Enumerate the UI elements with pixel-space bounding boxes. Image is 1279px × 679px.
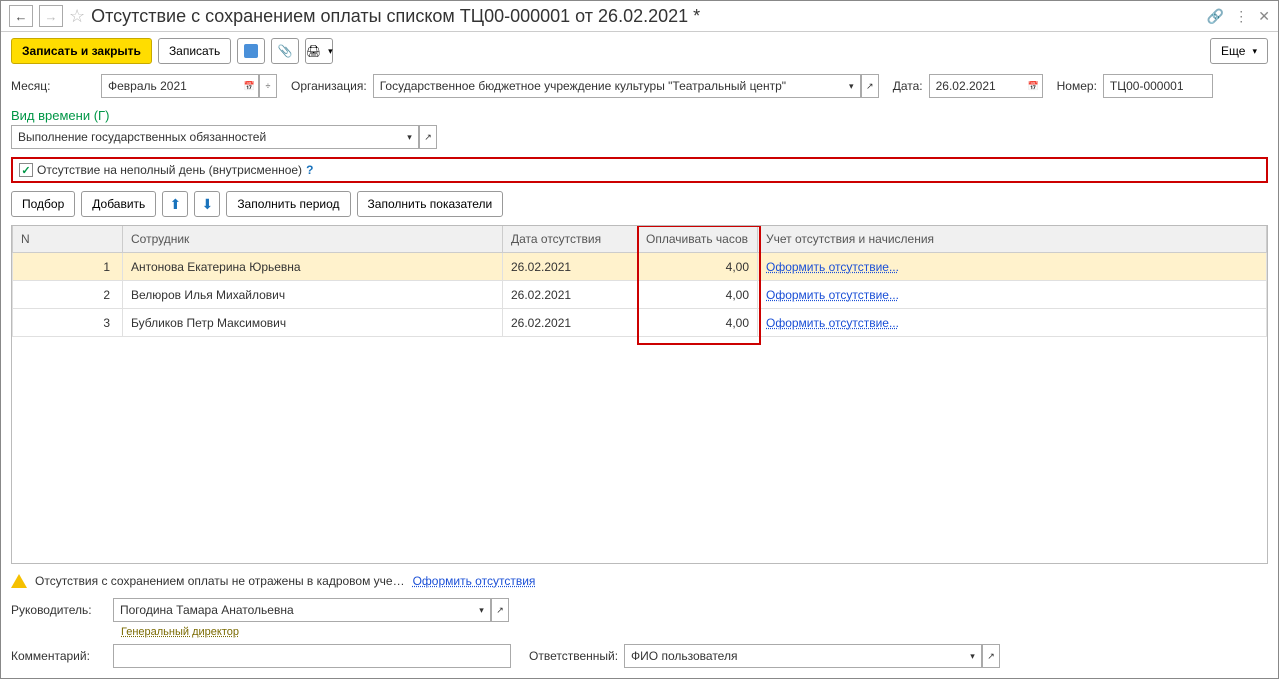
favorite-star-icon[interactable]: ☆ [69,6,85,27]
cell-n: 1 [13,253,123,281]
cell-hours: 4,00 [638,253,758,281]
document-icon [244,44,258,58]
cell-date: 26.02.2021 [503,281,638,309]
manager-open-button[interactable]: ↗ [491,598,509,622]
fill-period-button[interactable]: Заполнить период [226,191,350,217]
partial-day-label: Отсутствие на неполный день (внутрисменн… [37,163,302,177]
responsible-dropdown-button[interactable]: ▾ [964,644,982,668]
printer-icon: 🖨 [306,44,321,58]
time-type-input[interactable]: Выполнение государственных обязанностей [11,125,401,149]
cell-date: 26.02.2021 [503,309,638,337]
cell-date: 26.02.2021 [503,253,638,281]
help-icon[interactable]: ? [306,163,313,177]
date-calendar-button[interactable]: 📅 [1025,74,1043,98]
month-calendar-button[interactable]: 📅 [241,74,259,98]
cell-employee: Антонова Екатерина Юрьевна [123,253,503,281]
col-date-header: Дата отсутствия [503,226,638,253]
more-button[interactable]: Еще [1210,38,1268,64]
attach-button[interactable]: 📎 [271,38,299,64]
org-input[interactable]: Государственное бюджетное учреждение кул… [373,74,843,98]
save-button[interactable]: Записать [158,38,231,64]
window-title: Отсутствие с сохранением оплаты списком … [91,6,700,27]
partial-day-highlight: ✓ Отсутствие на неполный день (внутрисме… [11,157,1268,183]
comment-label: Комментарий: [11,649,107,663]
manager-dropdown-button[interactable]: ▾ [473,598,491,622]
cell-employee: Бубликов Петр Максимович [123,309,503,337]
table-row[interactable]: 1 Антонова Екатерина Юрьевна 26.02.2021 … [13,253,1267,281]
partial-day-checkbox[interactable]: ✓ [19,163,33,177]
time-type-open-button[interactable]: ↗ [419,125,437,149]
col-hours-header: Оплачивать часов [638,226,758,253]
link-icon[interactable]: 🔗 [1207,8,1224,25]
org-open-button[interactable]: ↗ [861,74,879,98]
close-icon[interactable]: ✕ [1258,8,1270,25]
table-row[interactable]: 3 Бубликов Петр Максимович 26.02.2021 4,… [13,309,1267,337]
org-dropdown-button[interactable]: ▾ [843,74,861,98]
table-row[interactable]: 2 Велюров Илья Михайлович 26.02.2021 4,0… [13,281,1267,309]
time-type-dropdown-button[interactable]: ▾ [401,125,419,149]
cell-n: 2 [13,281,123,309]
cell-n: 3 [13,309,123,337]
responsible-input[interactable]: ФИО пользователя [624,644,964,668]
warning-icon [11,574,27,588]
number-label: Номер: [1057,79,1097,93]
register-absences-link[interactable]: Оформить отсутствия [413,574,536,588]
print-button[interactable]: 🖨 [305,38,333,64]
number-input[interactable]: ТЦ00-000001 [1103,74,1213,98]
col-n-header: N [13,226,123,253]
select-button[interactable]: Подбор [11,191,75,217]
col-accounting-header: Учет отсутствия и начисления [758,226,1267,253]
forward-button[interactable]: → [39,5,63,27]
responsible-open-button[interactable]: ↗ [982,644,1000,668]
cell-hours: 4,00 [638,281,758,309]
responsible-label: Ответственный: [529,649,618,663]
move-up-button[interactable]: ⬆ [162,191,188,217]
back-button[interactable]: ← [9,5,33,27]
register-absence-link[interactable]: Оформить отсутствие... [766,316,899,330]
manager-input[interactable]: Погодина Тамара Анатольевна [113,598,473,622]
kebab-menu-icon[interactable]: ⋮ [1234,8,1248,25]
warning-text: Отсутствия с сохранением оплаты не отраж… [35,574,405,588]
month-input[interactable]: Февраль 2021 [101,74,241,98]
table-header-row: N Сотрудник Дата отсутствия Оплачивать ч… [13,226,1267,253]
month-stepper-button[interactable]: ÷ [259,74,277,98]
date-label: Дата: [893,79,923,93]
document-icon-button[interactable] [237,38,265,64]
cell-employee: Велюров Илья Михайлович [123,281,503,309]
paperclip-icon: 📎 [278,44,293,58]
col-employee-header: Сотрудник [123,226,503,253]
register-absence-link[interactable]: Оформить отсутствие... [766,260,899,274]
month-label: Месяц: [11,79,95,93]
employees-table: N Сотрудник Дата отсутствия Оплачивать ч… [11,225,1268,564]
move-down-button[interactable]: ⬇ [194,191,220,217]
fill-indicators-button[interactable]: Заполнить показатели [357,191,504,217]
org-label: Организация: [291,79,367,93]
cell-hours: 4,00 [638,309,758,337]
manager-position-link[interactable]: Генеральный директор [121,626,1268,638]
save-and-close-button[interactable]: Записать и закрыть [11,38,152,64]
time-type-section-header: Вид времени (Г) [1,102,1278,125]
manager-label: Руководитель: [11,603,107,617]
register-absence-link[interactable]: Оформить отсутствие... [766,288,899,302]
date-input[interactable]: 26.02.2021 [929,74,1025,98]
comment-input[interactable] [113,644,511,668]
add-button[interactable]: Добавить [81,191,156,217]
